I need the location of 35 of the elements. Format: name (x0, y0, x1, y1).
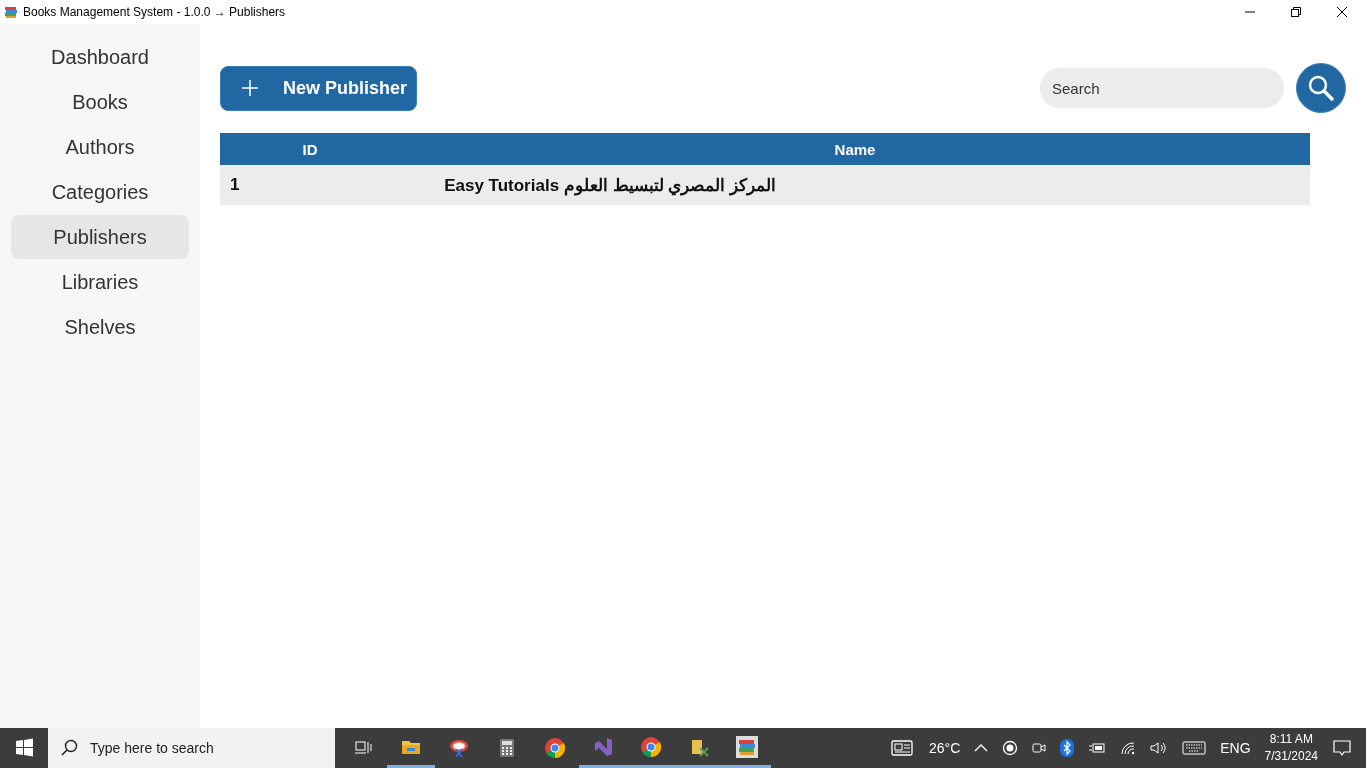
keyboard-icon[interactable] (1182, 741, 1207, 755)
taskbar-search-field[interactable]: Type here to search (48, 728, 335, 768)
column-header: Name (400, 133, 1310, 165)
sidebar-item[interactable]: Libraries (11, 260, 189, 304)
volume-icon[interactable] (1150, 741, 1169, 755)
sidebar-item[interactable]: Shelves (11, 305, 189, 349)
record-icon[interactable] (1002, 740, 1019, 756)
table-cell: 1 (220, 165, 400, 205)
chevron-up-icon[interactable] (974, 743, 989, 753)
table-cell: المركز المصري لتبسيط العلوم Easy Tutorials (400, 165, 1310, 205)
search-icon (1307, 74, 1335, 102)
window-title: Books Management System - 1.0.0 → Publishers (23, 5, 287, 19)
new-publisher-button[interactable]: New Publisher (220, 65, 418, 111)
plus-icon (241, 79, 259, 97)
column-header: ID (220, 133, 400, 165)
sidebar-item[interactable]: Categories (11, 170, 189, 214)
sidebar-item[interactable]: Authors (11, 125, 189, 169)
notification-icon[interactable] (1332, 739, 1352, 757)
search-field[interactable]: Search (1040, 68, 1284, 108)
sidebar-item[interactable]: Publishers (11, 215, 189, 259)
sidebar-item[interactable]: Dashboard (11, 35, 189, 79)
search-button[interactable] (1296, 63, 1346, 113)
weather-temperature[interactable]: 26°C (929, 740, 961, 756)
sidebar-item[interactable]: Books (11, 80, 189, 124)
battery-icon[interactable] (1088, 742, 1107, 754)
search-icon (60, 738, 80, 758)
close-icon[interactable] (1336, 6, 1348, 18)
bluetooth-icon[interactable] (1060, 739, 1075, 757)
restore-icon[interactable] (1290, 6, 1302, 18)
books-app-icon (4, 5, 18, 19)
clock[interactable]: 8:11 AM 7/31/2024 (1264, 731, 1318, 765)
news-icon[interactable] (891, 739, 915, 757)
language-indicator[interactable]: ENG (1220, 740, 1251, 756)
camera-icon[interactable] (1032, 740, 1047, 756)
wifi-icon[interactable] (1120, 741, 1137, 755)
